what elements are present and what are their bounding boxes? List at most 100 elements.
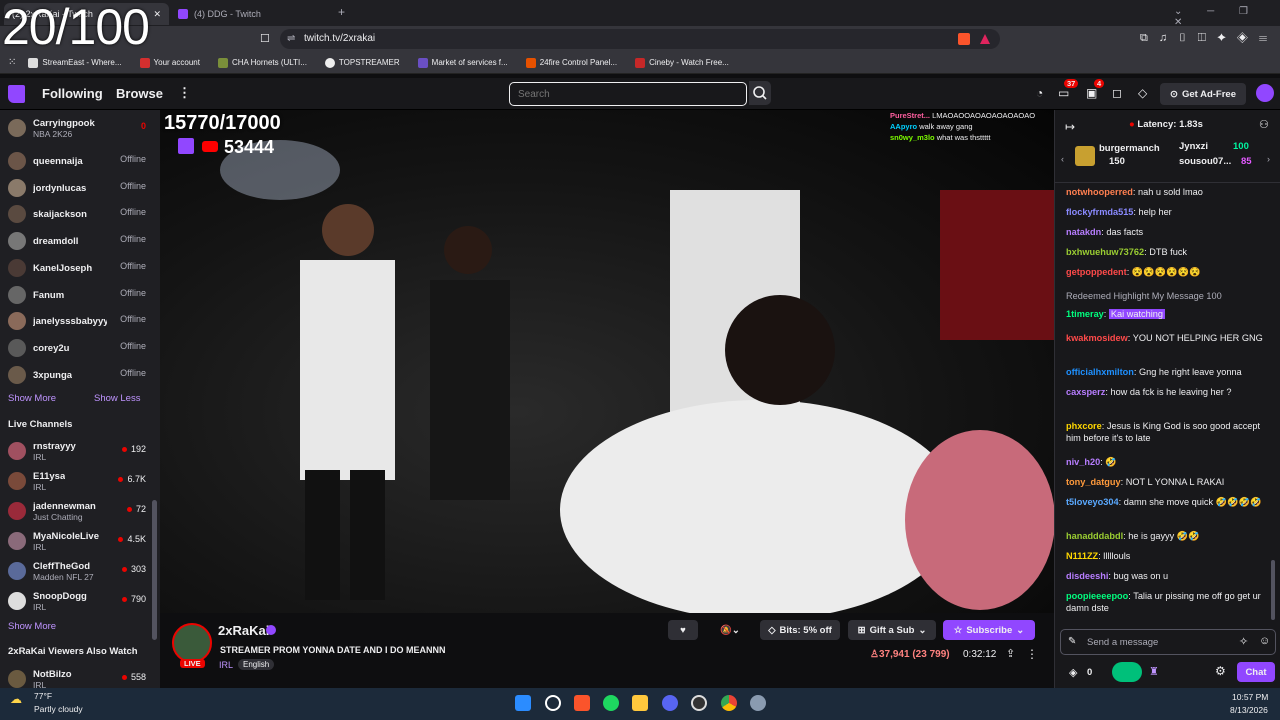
sidebar-channel[interactable]: E11ysa IRL 6.7K (8, 468, 146, 494)
sidebar-channel[interactable]: SnoopDogg IRL 790 (8, 588, 146, 614)
settings-icon[interactable]: ⚙ (1215, 664, 1226, 678)
extensions-icons[interactable]: ⧉ ♫ ▯ ◫ ✦ ◈ ☰ (1140, 32, 1267, 45)
search-icon[interactable] (545, 695, 561, 711)
more-options-icon[interactable]: ⋮ (1026, 647, 1038, 661)
chat-username[interactable]: phxcore (1066, 421, 1102, 431)
bookmark-item[interactable]: Cineby - Watch Free... (635, 57, 729, 68)
sidebar-channel[interactable]: NotBilzo IRL 558 (8, 666, 146, 688)
channel-name[interactable]: 2xRaKai (218, 623, 269, 638)
tag-chip[interactable]: English (238, 659, 275, 670)
bookmark-item[interactable]: StreamEast - Where... (28, 57, 122, 68)
chat-scrollbar[interactable] (1271, 560, 1275, 620)
bookmark-item[interactable]: Market of services f... (417, 57, 508, 68)
chat-username[interactable]: kwakmosidew (1066, 333, 1128, 343)
leaderboard[interactable]: ‹ burgermanch 150 Jynxzi 100 sousou07...… (1061, 141, 1275, 178)
notifications-toggle[interactable]: 🔕⌄ (710, 620, 750, 640)
sidebar-channel[interactable]: queennaija Offline (8, 148, 146, 174)
discord-icon[interactable] (662, 695, 678, 711)
sidebar-channel[interactable]: Carryingpook NBA 2K26 0 (8, 115, 146, 141)
rewards-icon[interactable] (980, 34, 990, 44)
sidebar-channel[interactable]: jordynlucas Offline (8, 175, 146, 201)
bookmark-icon[interactable]: ☐ (260, 32, 270, 45)
search-input[interactable] (509, 82, 747, 106)
settings-icon[interactable] (750, 695, 766, 711)
whispers-icon[interactable]: ◻ (1112, 86, 1122, 100)
sidebar-channel[interactable]: MyaNicoleLive IRL 4.5K (8, 528, 146, 554)
chat-username[interactable]: caxsperz (1066, 387, 1105, 397)
twitch-logo-icon[interactable] (8, 85, 25, 103)
chat-username[interactable]: disdeeshi (1066, 571, 1108, 581)
channel-avatar[interactable] (172, 623, 212, 663)
chat-username[interactable]: 1timeray (1066, 309, 1104, 319)
obs-icon[interactable] (691, 695, 707, 711)
chat-username[interactable]: flockyfrmda515 (1066, 207, 1133, 217)
sidebar-channel[interactable]: Fanum Offline (8, 282, 146, 308)
new-tab-icon[interactable]: + (338, 5, 345, 19)
video-player[interactable]: 15770/17000 53444 PureStret... LMAOAOOAO… (160, 110, 1054, 613)
tab-second[interactable]: (4) DDG - Twitch (170, 3, 335, 25)
sidebar-channel[interactable]: corey2u Offline (8, 335, 146, 361)
url-field[interactable]: ⇌ twitch.tv/2xrakai (280, 29, 1000, 49)
spotify-icon[interactable] (603, 695, 619, 711)
sidebar-channel[interactable]: 3xpunga Offline (8, 362, 146, 388)
bits-button[interactable]: ◇ Bits: 5% off (760, 620, 840, 640)
sidebar-channel[interactable]: janelysssbabyyy Offline (8, 308, 146, 334)
bookmark-item[interactable]: CHA Hornets (ULTI... (217, 57, 307, 68)
prime-icon[interactable]: ◔ (1036, 86, 1043, 100)
gift-sub-button[interactable]: ⊞ Gift a Sub ⌄ (848, 620, 936, 640)
collapse-chat-icon[interactable]: ↦ (1065, 120, 1075, 134)
show-more-link[interactable]: Show More (8, 621, 56, 632)
sidebar-channel[interactable]: jadennewman Just Chatting 72 (8, 498, 146, 524)
sidebar-scrollbar[interactable] (152, 500, 157, 640)
category-link[interactable]: IRL (219, 660, 233, 670)
bookmark-item[interactable]: TOPSTREAMER (324, 57, 400, 68)
bits-icon[interactable]: ◇ (1138, 86, 1147, 100)
chat-username[interactable]: officialhxmilton (1066, 367, 1134, 377)
sidebar-channel[interactable]: rnstrayyy IRL 192 (8, 438, 146, 464)
chat-username[interactable]: bxhwuehuw73762 (1066, 247, 1144, 257)
notifications-icon[interactable]: ▭ (1058, 86, 1069, 100)
chat-username[interactable]: N111ZZ (1066, 551, 1098, 561)
chrome-icon[interactable] (721, 695, 737, 711)
share-icon[interactable]: ⇪ (1006, 647, 1015, 660)
rewards-button[interactable] (1112, 662, 1142, 682)
chat-username[interactable]: notwhooperred (1066, 187, 1133, 197)
bookmark-item[interactable]: 24fire Control Panel... (525, 57, 617, 68)
start-icon[interactable] (515, 695, 531, 711)
get-ad-free-button[interactable]: ⊙ Get Ad-Free (1160, 83, 1246, 105)
subscribe-button[interactable]: ☆ Subscribe ⌄ (943, 620, 1035, 640)
chat-username[interactable]: poopieeeepoo (1066, 591, 1128, 601)
more-icon[interactable]: ⋮ (178, 85, 191, 101)
show-more-link[interactable]: Show More (8, 393, 56, 404)
community-icon[interactable]: ⚇ (1259, 118, 1269, 131)
search-button[interactable] (749, 81, 771, 105)
brave-shield-icon[interactable] (958, 33, 970, 45)
chat-input[interactable]: ✎ Send a message ✧ ☺ (1060, 629, 1276, 655)
file-explorer-icon[interactable] (632, 695, 648, 711)
follow-button[interactable]: ♥ (668, 620, 698, 640)
show-less-link[interactable]: Show Less (94, 393, 140, 404)
chat-username[interactable]: t5loveyo304 (1066, 497, 1119, 507)
bookmark-item[interactable]: Your account (139, 57, 200, 68)
user-avatar[interactable] (1256, 84, 1274, 102)
inbox-icon[interactable]: ▣ (1086, 86, 1097, 100)
chat-username[interactable]: natakdn (1066, 227, 1101, 237)
window-controls[interactable]: ⌄ ─ ❐ ✕ (1174, 6, 1280, 28)
sidebar-channel[interactable]: dreamdoll Offline (8, 228, 146, 254)
nav-following[interactable]: Following (42, 86, 103, 101)
site-info-icon[interactable]: ⇌ (287, 29, 295, 49)
channel-points-icon[interactable]: ◈ (1069, 666, 1077, 679)
close-icon[interactable]: ✕ (153, 9, 161, 20)
apps-grid-icon[interactable]: ⁙ (8, 57, 16, 68)
chat-username[interactable]: hanadddabdl (1066, 531, 1123, 541)
chat-username[interactable]: tony_datguy (1066, 477, 1121, 487)
sidebar-channel[interactable]: skaijackson Offline (8, 201, 146, 227)
chat-username[interactable]: getpoppedent (1066, 267, 1127, 277)
chat-username[interactable]: niv_h20 (1066, 457, 1100, 467)
brave-icon[interactable] (574, 695, 590, 711)
nav-browse[interactable]: Browse (116, 86, 163, 101)
hype-icon[interactable]: ♜ (1149, 665, 1159, 678)
chat-send-button[interactable]: Chat (1237, 662, 1275, 682)
sidebar-channel[interactable]: KanelJoseph Offline (8, 255, 146, 281)
sidebar-channel[interactable]: CleffTheGod Madden NFL 27 303 (8, 558, 146, 584)
